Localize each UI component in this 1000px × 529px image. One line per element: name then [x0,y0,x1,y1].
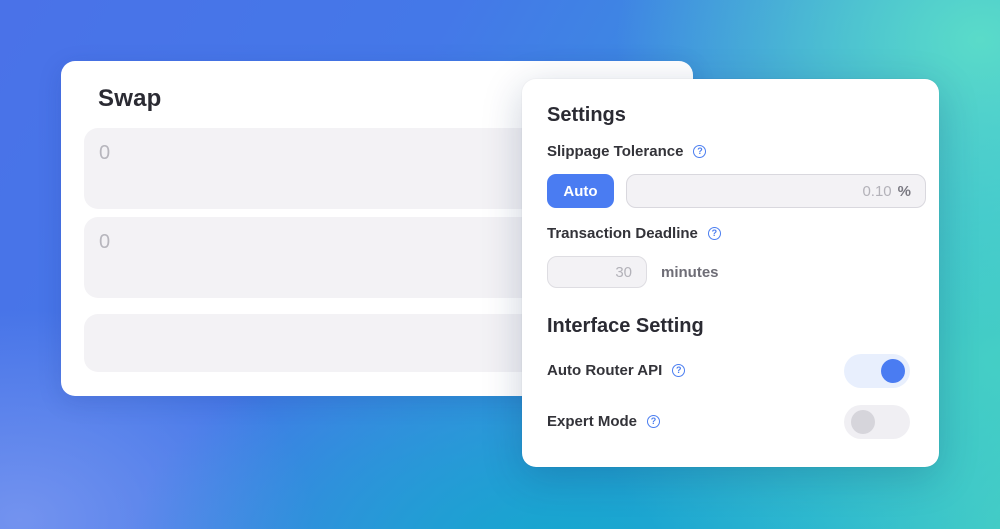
transaction-deadline-text: Transaction Deadline [547,225,698,242]
slippage-value[interactable]: 0.10 [862,183,891,200]
toggle-knob [881,359,905,383]
swap-input-amount[interactable]: 0 [99,142,110,165]
expert-mode-label: Expert Mode ? [547,413,661,430]
slippage-input[interactable]: 0.10 % [626,174,926,208]
auto-router-text: Auto Router API [547,362,663,379]
slippage-tolerance-label: Slippage Tolerance ? [547,143,707,160]
interface-setting-title: Interface Setting [547,315,704,337]
swap-title: Swap [98,85,162,112]
help-icon[interactable]: ? [647,415,661,428]
help-icon[interactable]: ? [693,145,707,158]
settings-panel: Settings Slippage Tolerance ? Auto 0.10 … [522,79,939,467]
toggle-knob [851,410,875,434]
help-icon[interactable]: ? [672,364,686,377]
percent-unit: % [897,182,911,200]
auto-router-toggle[interactable] [844,354,910,388]
minutes-unit: minutes [661,264,719,281]
expert-mode-text: Expert Mode [547,413,638,430]
settings-title: Settings [547,104,626,126]
transaction-deadline-label: Transaction Deadline ? [547,225,721,242]
expert-mode-toggle[interactable] [844,405,910,439]
swap-output-amount[interactable]: 0 [99,231,110,254]
help-icon[interactable]: ? [707,227,721,240]
auto-router-label: Auto Router API ? [547,362,686,379]
slippage-tolerance-text: Slippage Tolerance [547,143,684,160]
deadline-input[interactable]: 30 [547,256,647,288]
slippage-auto-button[interactable]: Auto [547,174,614,208]
